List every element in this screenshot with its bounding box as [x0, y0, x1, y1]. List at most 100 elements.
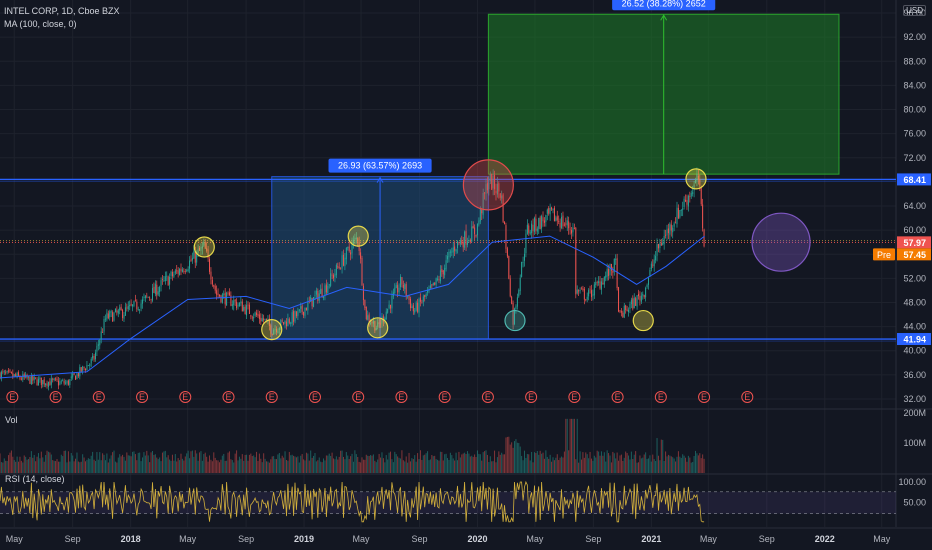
volume-bar — [234, 453, 236, 473]
candle-body — [650, 263, 652, 270]
candle-body — [347, 247, 349, 249]
candle-body — [576, 289, 578, 294]
candle-body — [294, 310, 296, 322]
volume-bar — [529, 460, 531, 473]
candle-body — [176, 270, 178, 272]
candle-body — [657, 243, 659, 249]
candle-body — [404, 284, 406, 290]
candle-body — [365, 306, 367, 320]
candle-body — [344, 257, 346, 267]
volume-bar — [559, 457, 561, 473]
volume-bar — [193, 456, 195, 473]
earnings-marker-text: E — [182, 392, 188, 402]
candle-body — [572, 227, 574, 233]
candle-body — [610, 263, 612, 271]
candle-body — [147, 296, 149, 298]
volume-bar — [556, 454, 558, 473]
candle-body — [571, 230, 573, 234]
candle-body — [251, 317, 253, 319]
volume-bar — [220, 459, 222, 473]
candle-body — [583, 288, 585, 300]
candle-body — [166, 275, 168, 277]
candle-body — [630, 299, 632, 305]
volume-bar — [390, 451, 392, 473]
volume-bar — [2, 462, 4, 473]
volume-bar — [502, 454, 504, 473]
volume-bar — [595, 457, 597, 473]
candle-body — [660, 243, 662, 246]
symbol-line[interactable]: INTEL CORP, 1D, Cboe BZX — [4, 5, 120, 18]
candle-body — [546, 209, 548, 214]
volume-bar — [288, 451, 290, 473]
candle-body — [20, 378, 22, 380]
volume-bar — [427, 451, 429, 473]
volume-bar — [257, 460, 259, 473]
volume-bar — [643, 454, 645, 473]
volume-bar — [476, 450, 478, 473]
candle-body — [408, 295, 410, 300]
candle-body — [39, 377, 41, 380]
candle-body — [563, 224, 565, 226]
candle-body — [457, 240, 459, 249]
candle-body — [139, 309, 141, 311]
volume-bar — [583, 457, 585, 473]
volume-bar — [412, 459, 414, 473]
volume-bar — [317, 460, 319, 473]
candle-body — [29, 376, 31, 384]
candle-body — [133, 300, 135, 306]
volume-bar — [425, 453, 427, 473]
candle-body — [130, 303, 132, 306]
candle-body — [662, 242, 664, 245]
earnings-marker-text: E — [615, 392, 621, 402]
volume-bar — [112, 452, 114, 473]
candle-body — [412, 305, 414, 312]
volume-bar — [649, 455, 651, 473]
time-tick-label: May — [179, 534, 197, 544]
volume-bar — [297, 456, 299, 473]
volume-bar — [290, 455, 292, 473]
time-tick-label: 2018 — [121, 534, 141, 544]
candle-body — [180, 268, 182, 272]
volume-bar — [401, 450, 403, 473]
volume-bar — [391, 459, 393, 473]
volume-bar — [323, 458, 325, 473]
volume-bar — [164, 450, 166, 473]
candle-body — [257, 313, 259, 316]
currency-label[interactable]: USD — [903, 5, 926, 16]
volume-bar — [174, 454, 176, 473]
volume-bar — [418, 459, 420, 473]
candle-body — [422, 296, 424, 303]
candle-body — [338, 267, 340, 268]
candle-body — [542, 217, 544, 222]
candle-body — [421, 302, 423, 304]
candle-body — [334, 273, 336, 277]
candle-body — [647, 277, 649, 285]
candle-body — [266, 318, 268, 320]
candle-body — [625, 305, 627, 310]
volume-bar — [49, 452, 51, 473]
ma-legend[interactable]: MA (100, close, 0) — [4, 18, 120, 31]
time-tick-label: May — [6, 534, 24, 544]
volume-bar — [260, 458, 262, 473]
candle-body — [46, 383, 48, 386]
volume-bar — [551, 461, 553, 473]
candle-body — [114, 308, 116, 313]
volume-bar — [414, 455, 416, 473]
candle-body — [626, 309, 628, 312]
volume-bar — [199, 452, 201, 473]
candle-body — [109, 311, 111, 318]
volume-bar — [144, 455, 146, 473]
earnings-marker-text: E — [269, 392, 275, 402]
volume-bar — [119, 454, 121, 473]
volume-bar — [57, 461, 59, 473]
volume-bar — [533, 452, 535, 473]
volume-bar — [466, 451, 468, 473]
volume-bar — [130, 456, 132, 473]
candle-body — [685, 199, 687, 202]
volume-bar — [388, 452, 390, 473]
volume-bar — [19, 456, 21, 473]
volume-bar — [223, 453, 225, 473]
volume-bar — [461, 454, 463, 473]
candle-body — [593, 284, 595, 296]
volume-bar — [675, 461, 677, 473]
